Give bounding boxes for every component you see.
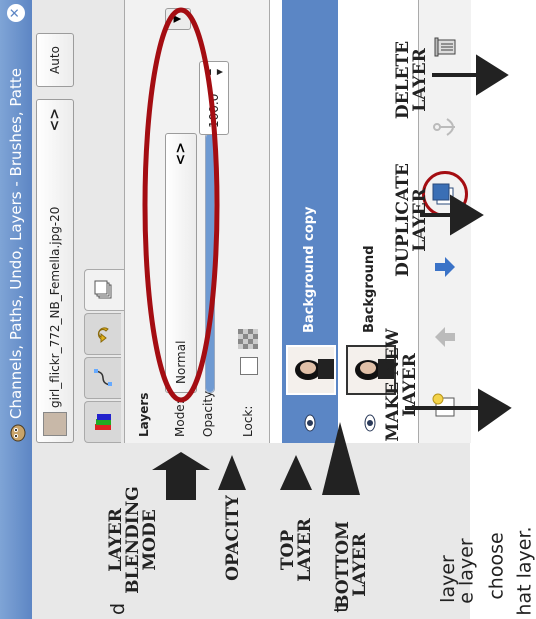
highlight-ellipse <box>142 7 220 403</box>
annotation-overlay <box>142 7 512 500</box>
body-text-line: choose <box>485 532 508 600</box>
annotation-delete: DELETE LAYER <box>393 40 430 120</box>
arrow-bottom-layer <box>322 422 360 495</box>
annotation-opacity: OPACITY <box>223 495 243 581</box>
arrow-top-layer <box>280 455 312 490</box>
annotation-duplicate: DUPLICATE LAYER <box>393 163 430 277</box>
body-text-fragment: d <box>107 602 130 616</box>
annotation-top-layer: TOP LAYER <box>278 518 315 582</box>
body-text-fragment: t <box>330 605 353 613</box>
body-text-line: e layer <box>455 538 478 604</box>
annotation-bottom-layer: BOTTOM LAYER <box>333 521 370 609</box>
annotation-blending-mode: LAYER BLENDING MODE <box>106 486 160 594</box>
screenshot-canvas: Channels, Paths, Undo, Layers - Brushes,… <box>0 0 536 619</box>
body-text-line: hat layer. <box>513 526 536 616</box>
annotation-make-new: MAKE NEW LAYER <box>383 328 420 442</box>
arrow-delete <box>432 54 509 96</box>
